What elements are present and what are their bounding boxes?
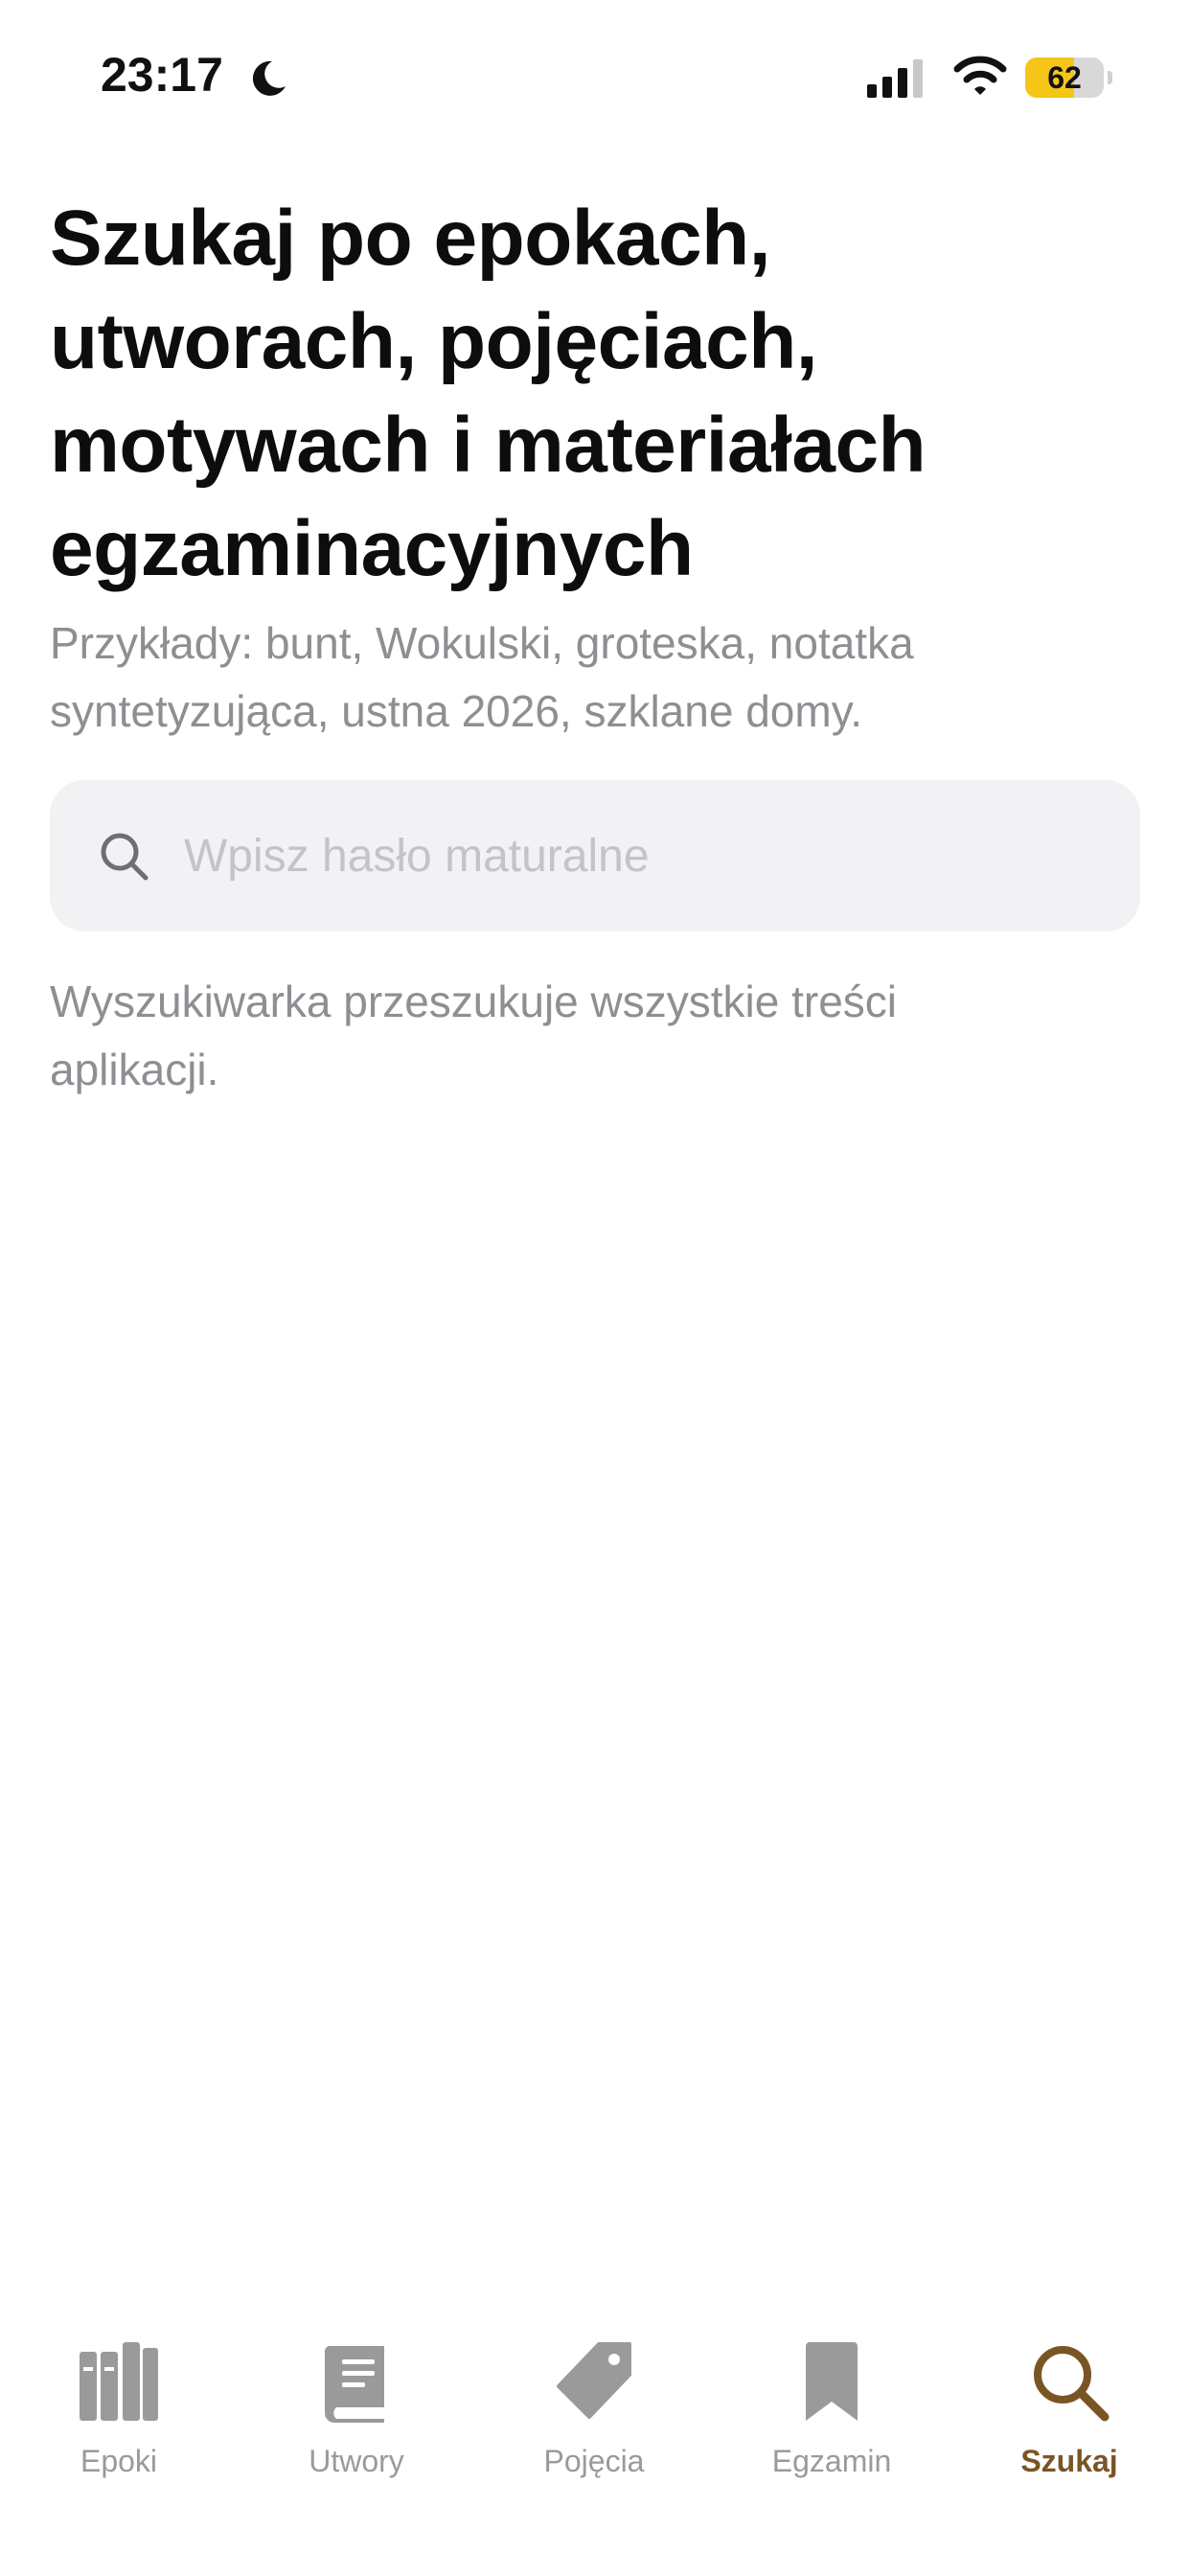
tab-egzamin[interactable]: Egzamin bbox=[713, 2338, 950, 2501]
tab-pojecia[interactable]: Pojęcia bbox=[475, 2338, 713, 2501]
tab-epoki[interactable]: Epoki bbox=[0, 2338, 238, 2501]
tab-label: Utwory bbox=[309, 2444, 404, 2478]
tab-label: Szukaj bbox=[1020, 2444, 1118, 2478]
battery-icon: 62 bbox=[1025, 58, 1112, 98]
battery-tip bbox=[1108, 71, 1112, 84]
signal-icon bbox=[867, 59, 923, 98]
tab-szukaj[interactable]: Szukaj bbox=[950, 2338, 1188, 2501]
search-examples: Przykłady: bunt, Wokulski, groteska, not… bbox=[50, 618, 914, 736]
search-icon bbox=[101, 833, 149, 881]
search-input[interactable] bbox=[184, 816, 1104, 895]
tab-label: Pojęcia bbox=[543, 2444, 645, 2478]
status-time: 23:17 bbox=[101, 48, 223, 102]
search-icon bbox=[1034, 2346, 1110, 2422]
tab-label: Egzamin bbox=[771, 2444, 892, 2478]
page-title: Szukaj po epokach, utworach, pojęciach, … bbox=[50, 195, 927, 592]
status-bar: 23:17 62 bbox=[0, 0, 1190, 153]
books-icon bbox=[80, 2342, 158, 2421]
book-icon bbox=[324, 2346, 384, 2423]
bookmark-icon bbox=[806, 2342, 858, 2421]
moon-icon bbox=[252, 60, 286, 96]
tag-icon bbox=[557, 2342, 631, 2419]
battery-level: 62 bbox=[1047, 60, 1082, 95]
tab-bar: Epoki Utwory Pojęcia Egzamin Szukaj bbox=[0, 2310, 1190, 2576]
search-box[interactable] bbox=[50, 780, 1140, 932]
tab-label: Epoki bbox=[80, 2444, 158, 2478]
wifi-icon bbox=[953, 56, 1007, 95]
battery-body: 62 bbox=[1025, 58, 1104, 98]
search-hint: Wyszukiwarka przeszukuje wszystkie treśc… bbox=[50, 977, 898, 1094]
tab-utwory[interactable]: Utwory bbox=[238, 2338, 475, 2501]
